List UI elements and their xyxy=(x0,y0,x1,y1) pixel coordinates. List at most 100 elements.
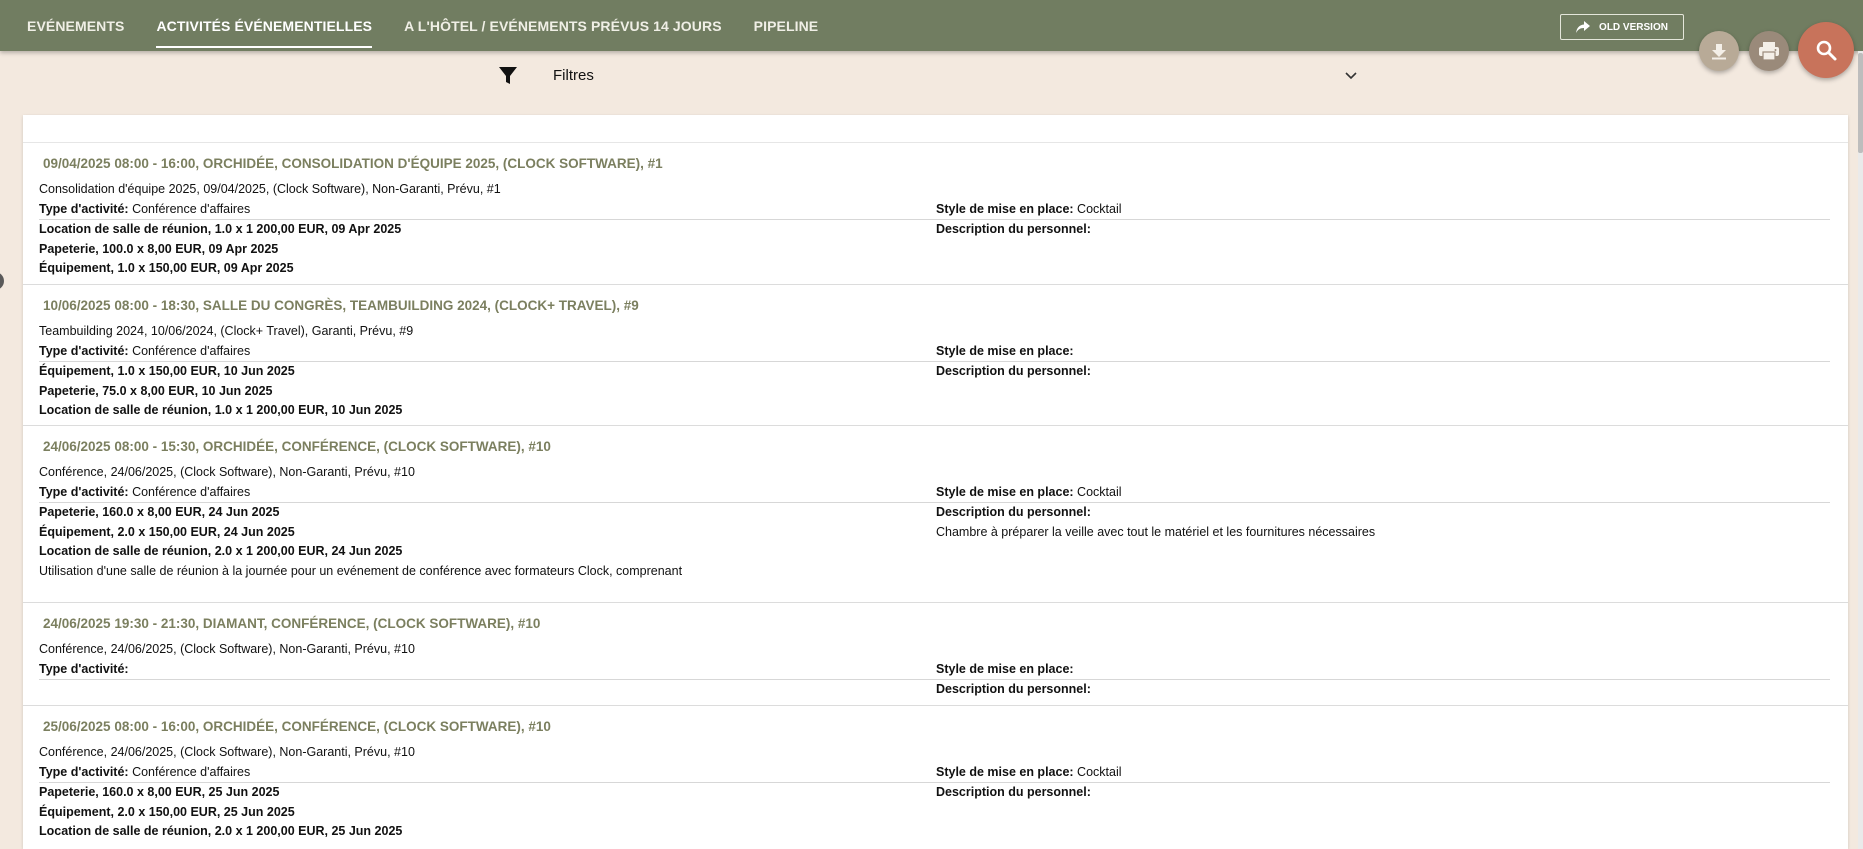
event-item-row: Équipement, 1.0 x 150,00 EUR, 10 Jun 202… xyxy=(39,362,1830,382)
event-item-row: Équipement, 2.0 x 150,00 EUR, 25 Jun 202… xyxy=(39,803,1830,823)
event-summary: Teambuilding 2024, 10/06/2024, (Clock+ T… xyxy=(39,322,936,342)
event-type-style-row: Type d'activité: Conférence d'affaires S… xyxy=(39,342,1830,362)
activity-type: Type d'activité: Conférence d'affaires xyxy=(39,200,936,220)
event-item: Équipement, 2.0 x 150,00 EUR, 25 Jun 202… xyxy=(39,803,936,823)
staff-description-label: Description du personnel: xyxy=(936,680,1830,700)
setup-style-label: Style de mise en place: xyxy=(936,662,1074,676)
activity-type-value: Conférence d'affaires xyxy=(132,765,250,779)
event-item: Papeterie, 160.0 x 8,00 EUR, 24 Jun 2025 xyxy=(39,503,936,523)
event-item: Location de salle de réunion, 2.0 x 1 20… xyxy=(39,822,936,842)
staff-description-label: Description du personnel: xyxy=(936,220,1830,240)
event-title[interactable]: 25/06/2025 08:00 - 16:00, ORCHIDÉE, CONF… xyxy=(39,706,1830,743)
search-icon xyxy=(1814,38,1838,62)
activities-panel: 09/04/2025 08:00 - 16:00, ORCHIDÉE, CONS… xyxy=(23,115,1848,849)
event-summary-row: Conférence, 24/06/2025, (Clock Software)… xyxy=(39,463,1830,483)
event-item-row: Location de salle de réunion, 2.0 x 1 20… xyxy=(39,542,1830,562)
share-arrow-icon xyxy=(1576,21,1590,33)
chevron-down-icon[interactable] xyxy=(1344,69,1358,83)
old-version-button[interactable]: OLD VERSION xyxy=(1560,14,1684,40)
event-title[interactable]: 24/06/2025 19:30 - 21:30, DIAMANT, CONFÉ… xyxy=(39,603,1830,640)
event-note: Utilisation d'une salle de réunion à la … xyxy=(39,562,1830,582)
event-summary-row: Teambuilding 2024, 10/06/2024, (Clock+ T… xyxy=(39,322,1830,342)
panel-header xyxy=(23,115,1848,143)
event-item-row: Location de salle de réunion, 2.0 x 1 20… xyxy=(39,822,1830,842)
event-summary: Consolidation d'équipe 2025, 09/04/2025,… xyxy=(39,180,936,200)
event-item: Équipement, 2.0 x 150,00 EUR, 24 Jun 202… xyxy=(39,523,936,543)
event-item: Papeterie, 160.0 x 8,00 EUR, 25 Jun 2025 xyxy=(39,783,936,803)
setup-style-label: Style de mise en place: xyxy=(936,485,1074,499)
activity-type-label: Type d'activité: xyxy=(39,662,129,676)
event-title[interactable]: 09/04/2025 08:00 - 16:00, ORCHIDÉE, CONS… xyxy=(39,143,1830,180)
event-summary-row: Conférence, 24/06/2025, (Clock Software)… xyxy=(39,640,1830,660)
event-type-style-row: Type d'activité: Conférence d'affaires S… xyxy=(39,483,1830,503)
event-summary: Conférence, 24/06/2025, (Clock Software)… xyxy=(39,640,936,660)
event-card: 09/04/2025 08:00 - 16:00, ORCHIDÉE, CONS… xyxy=(23,143,1848,285)
filters-bar[interactable]: Filtres xyxy=(497,62,1363,90)
activity-type-value: Conférence d'affaires xyxy=(132,344,250,358)
staff-description-value: Chambre à préparer la veille avec tout l… xyxy=(936,523,1830,543)
activity-type: Type d'activité: Conférence d'affaires xyxy=(39,763,936,783)
activity-type-value: Conférence d'affaires xyxy=(132,202,250,216)
event-card: 24/06/2025 08:00 - 15:30, ORCHIDÉE, CONF… xyxy=(23,426,1848,603)
setup-style-label: Style de mise en place: xyxy=(936,202,1074,216)
event-item-row: Description du personnel: xyxy=(39,680,1830,700)
event-summary: Conférence, 24/06/2025, (Clock Software)… xyxy=(39,743,936,763)
filters-label: Filtres xyxy=(553,67,594,84)
event-title[interactable]: 10/06/2025 08:00 - 18:30, SALLE DU CONGR… xyxy=(39,285,1830,322)
empty-cell xyxy=(39,680,936,700)
event-item: Location de salle de réunion, 2.0 x 1 20… xyxy=(39,542,936,562)
setup-style: Style de mise en place: Cocktail xyxy=(936,763,1830,783)
nav-tabs: EVÉNEMENTS ACTIVITÉS ÉVÉNEMENTIELLES A L… xyxy=(27,0,818,51)
event-title[interactable]: 24/06/2025 08:00 - 15:30, ORCHIDÉE, CONF… xyxy=(39,426,1830,463)
old-version-label: OLD VERSION xyxy=(1599,22,1668,33)
event-item-row: Papeterie, 100.0 x 8,00 EUR, 09 Apr 2025 xyxy=(39,240,1830,260)
event-type-style-row: Type d'activité: Style de mise en place: xyxy=(39,660,1830,680)
tab-pipeline[interactable]: PIPELINE xyxy=(754,0,819,51)
search-button[interactable] xyxy=(1798,22,1854,78)
activity-type-value: Conférence d'affaires xyxy=(132,485,250,499)
event-item-row: Papeterie, 160.0 x 8,00 EUR, 24 Jun 2025… xyxy=(39,503,1830,523)
event-card: 24/06/2025 19:30 - 21:30, DIAMANT, CONFÉ… xyxy=(23,603,1848,706)
event-card: 10/06/2025 08:00 - 18:30, SALLE DU CONGR… xyxy=(23,285,1848,426)
tab-a-l-hotel[interactable]: A L'HÔTEL / EVÉNEMENTS PRÉVUS 14 JOURS xyxy=(404,0,722,51)
event-item-row: Équipement, 1.0 x 150,00 EUR, 09 Apr 202… xyxy=(39,259,1830,279)
setup-style: Style de mise en place: xyxy=(936,342,1830,362)
event-summary-row: Conférence, 24/06/2025, (Clock Software)… xyxy=(39,743,1830,763)
side-panel-handle[interactable] xyxy=(0,272,4,290)
activity-type-label: Type d'activité: xyxy=(39,485,129,499)
event-item: Équipement, 1.0 x 150,00 EUR, 09 Apr 202… xyxy=(39,259,936,279)
event-item-row: Location de salle de réunion, 1.0 x 1 20… xyxy=(39,220,1830,240)
tab-evenements[interactable]: EVÉNEMENTS xyxy=(27,0,124,51)
filter-icon[interactable] xyxy=(497,65,519,87)
staff-description-label: Description du personnel: xyxy=(936,503,1830,523)
staff-description-label: Description du personnel: xyxy=(936,362,1830,382)
activity-type-label: Type d'activité: xyxy=(39,202,129,216)
event-item: Papeterie, 75.0 x 8,00 EUR, 10 Jun 2025 xyxy=(39,382,936,402)
activity-type-label: Type d'activité: xyxy=(39,765,129,779)
event-type-style-row: Type d'activité: Conférence d'affaires S… xyxy=(39,200,1830,220)
print-button[interactable] xyxy=(1749,31,1789,71)
event-item: Papeterie, 100.0 x 8,00 EUR, 09 Apr 2025 xyxy=(39,240,936,260)
scrollbar-track[interactable] xyxy=(1858,51,1863,849)
setup-style-value: Cocktail xyxy=(1077,485,1121,499)
event-item: Équipement, 1.0 x 150,00 EUR, 10 Jun 202… xyxy=(39,362,936,382)
event-summary-row: Consolidation d'équipe 2025, 09/04/2025,… xyxy=(39,180,1830,200)
event-note-row: Utilisation d'une salle de réunion à la … xyxy=(39,562,1830,582)
setup-style-label: Style de mise en place: xyxy=(936,344,1074,358)
setup-style: Style de mise en place: Cocktail xyxy=(936,200,1830,220)
top-navigation-bar: EVÉNEMENTS ACTIVITÉS ÉVÉNEMENTIELLES A L… xyxy=(0,0,1863,51)
event-item-row: Papeterie, 160.0 x 8,00 EUR, 25 Jun 2025… xyxy=(39,783,1830,803)
event-summary: Conférence, 24/06/2025, (Clock Software)… xyxy=(39,463,936,483)
staff-description-label: Description du personnel: xyxy=(936,783,1830,803)
event-item-row: Équipement, 2.0 x 150,00 EUR, 24 Jun 202… xyxy=(39,523,1830,543)
event-item: Location de salle de réunion, 1.0 x 1 20… xyxy=(39,220,936,240)
event-type-style-row: Type d'activité: Conférence d'affaires S… xyxy=(39,763,1830,783)
activity-type: Type d'activité: xyxy=(39,660,936,680)
activity-type: Type d'activité: Conférence d'affaires xyxy=(39,483,936,503)
event-item-row: Papeterie, 75.0 x 8,00 EUR, 10 Jun 2025 xyxy=(39,382,1830,402)
scrollbar-thumb[interactable] xyxy=(1858,53,1863,153)
tab-activites-evenementielles[interactable]: ACTIVITÉS ÉVÉNEMENTIELLES xyxy=(156,0,372,51)
event-card: 25/06/2025 08:00 - 16:00, ORCHIDÉE, CONF… xyxy=(23,706,1848,849)
download-button[interactable] xyxy=(1699,31,1739,71)
setup-style-value: Cocktail xyxy=(1077,202,1121,216)
